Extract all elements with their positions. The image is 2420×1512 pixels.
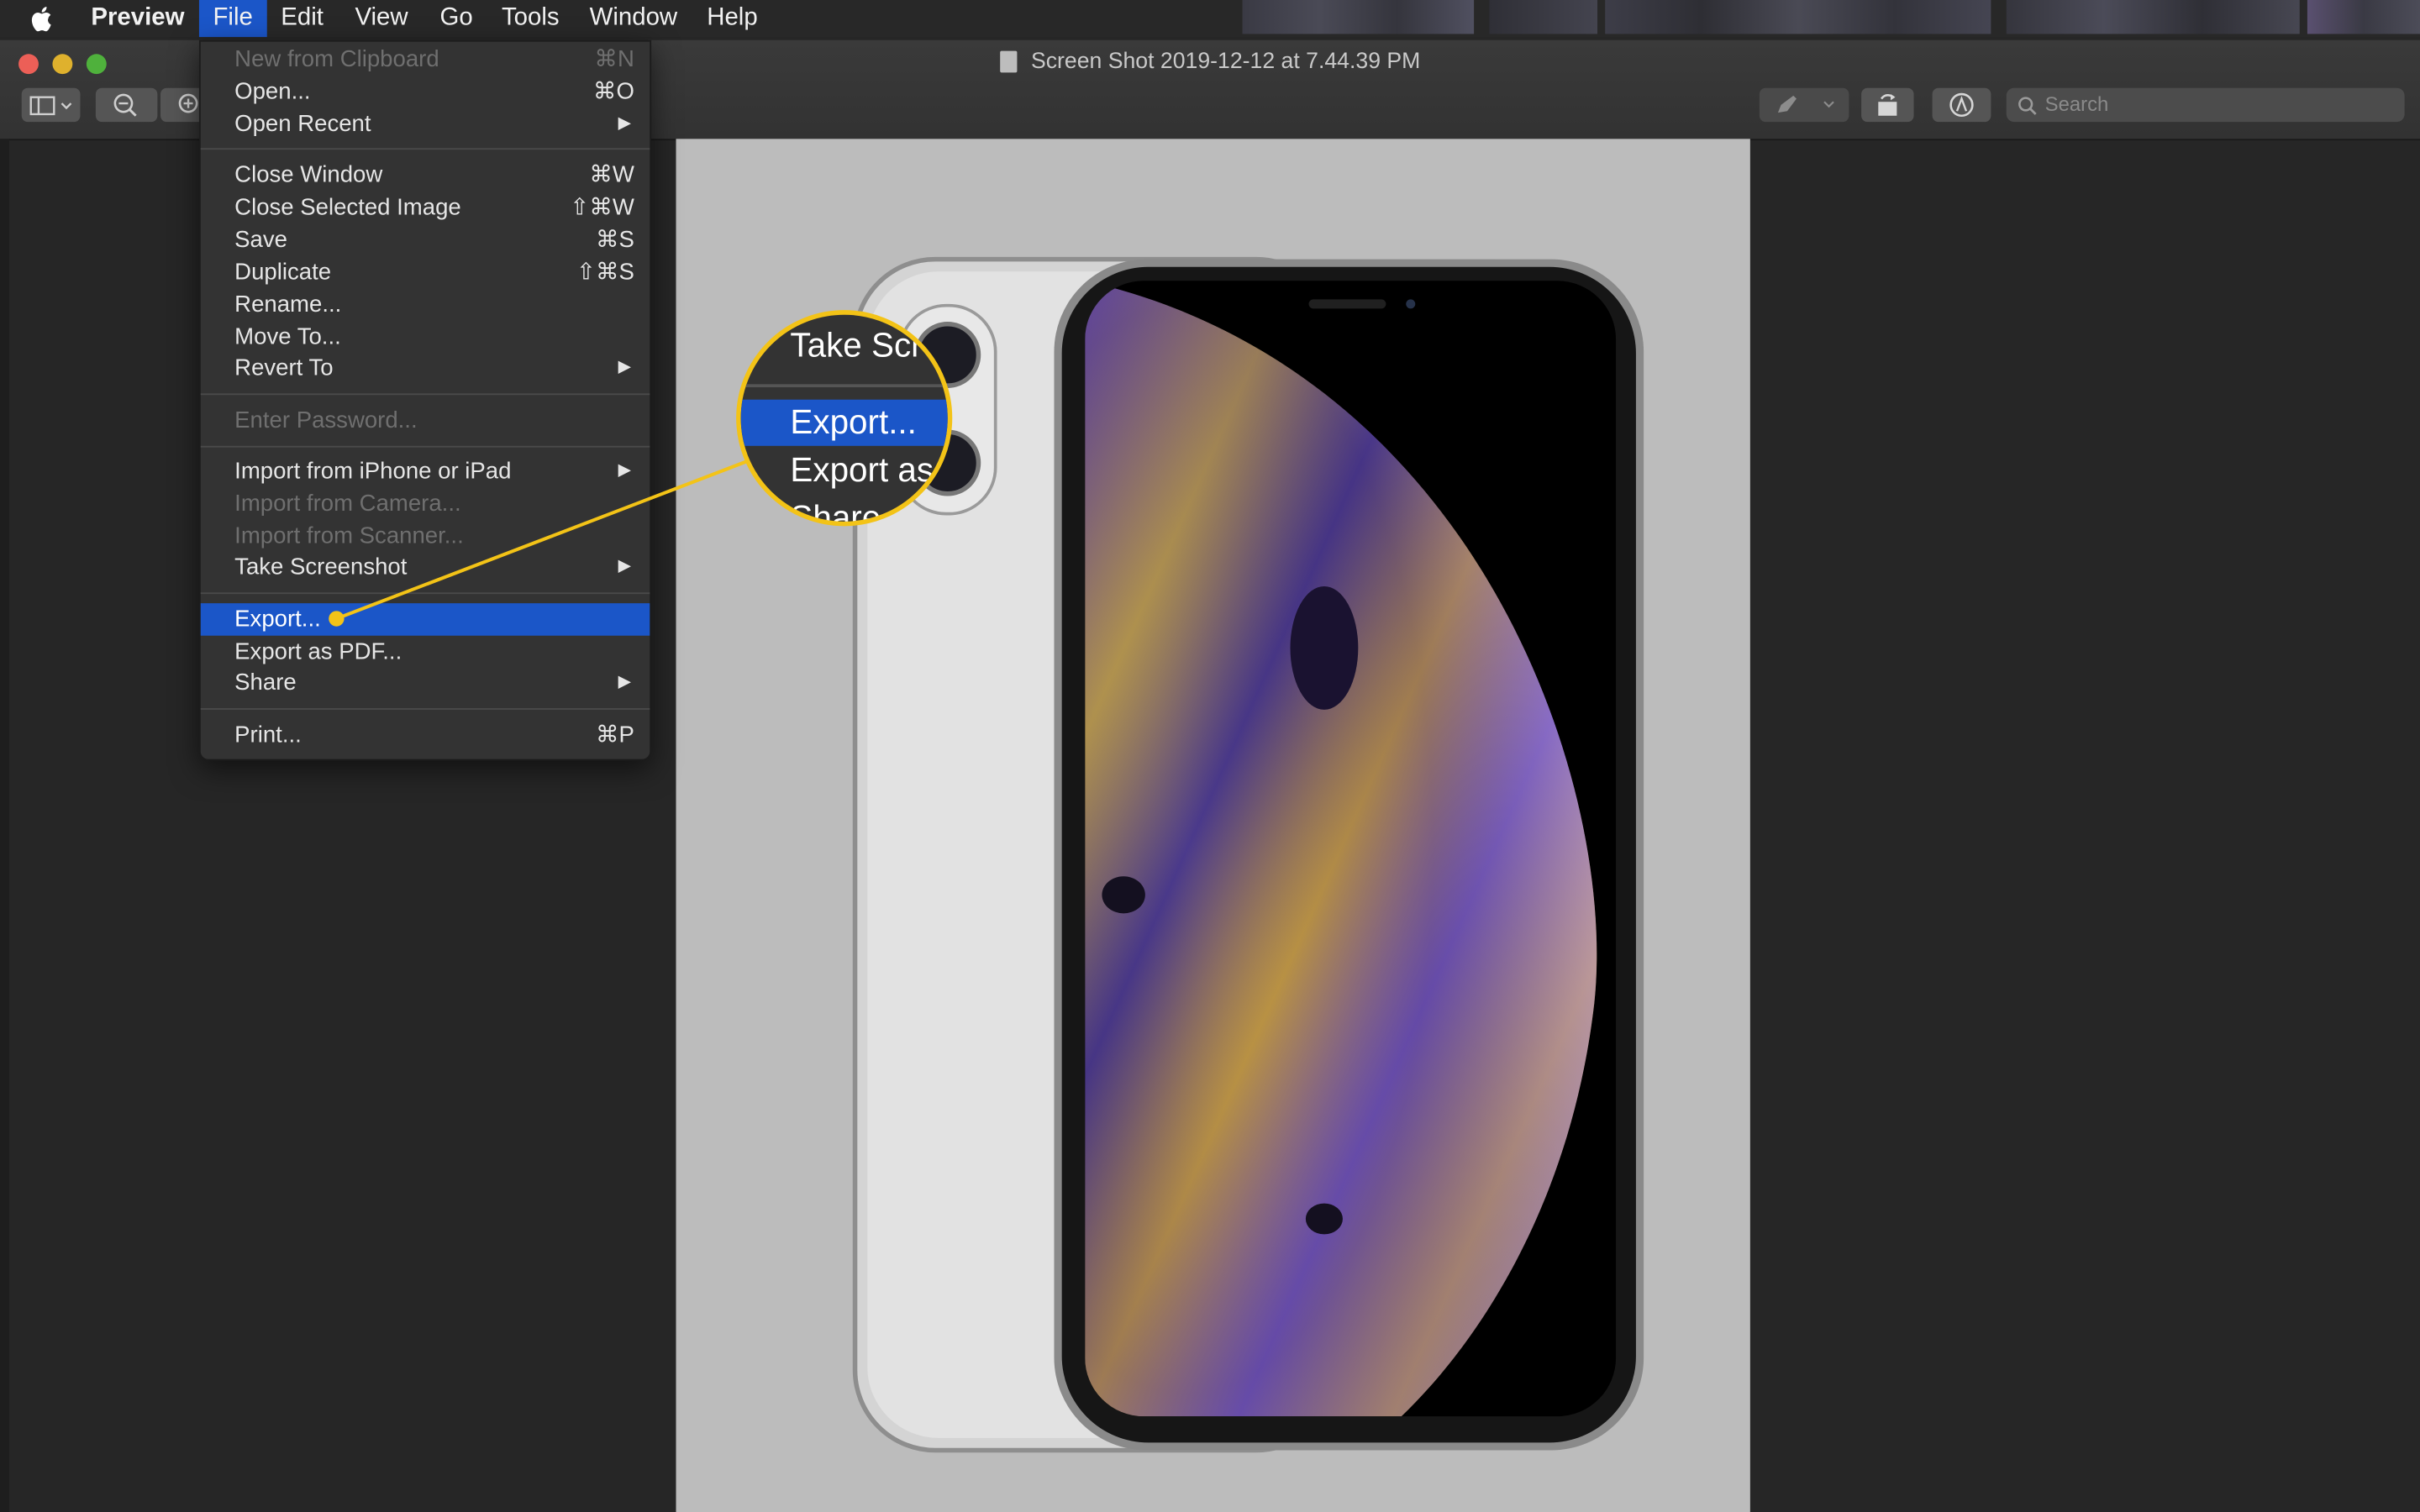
callout-text: Take Scr bbox=[790, 325, 923, 365]
callout-line bbox=[335, 459, 748, 621]
callout-dot bbox=[329, 611, 345, 627]
callout-magnifier: Take Scr Export... Export as Share bbox=[736, 310, 953, 527]
callout-text: Export as bbox=[790, 450, 934, 490]
callout-text: Share bbox=[790, 498, 881, 527]
callout-line-export-as-pdf: Export as bbox=[741, 448, 948, 494]
callout-line-take-screenshot: Take Scr bbox=[741, 323, 948, 369]
callout-line-export: Export... bbox=[740, 399, 948, 446]
callout-text: Export... bbox=[790, 402, 917, 442]
callout-line-share: Share bbox=[741, 496, 948, 527]
callout-separator bbox=[740, 384, 948, 388]
callout-overlay bbox=[329, 459, 748, 627]
screen: Preview File Edit View Go Tools Window H… bbox=[0, 0, 2420, 1512]
